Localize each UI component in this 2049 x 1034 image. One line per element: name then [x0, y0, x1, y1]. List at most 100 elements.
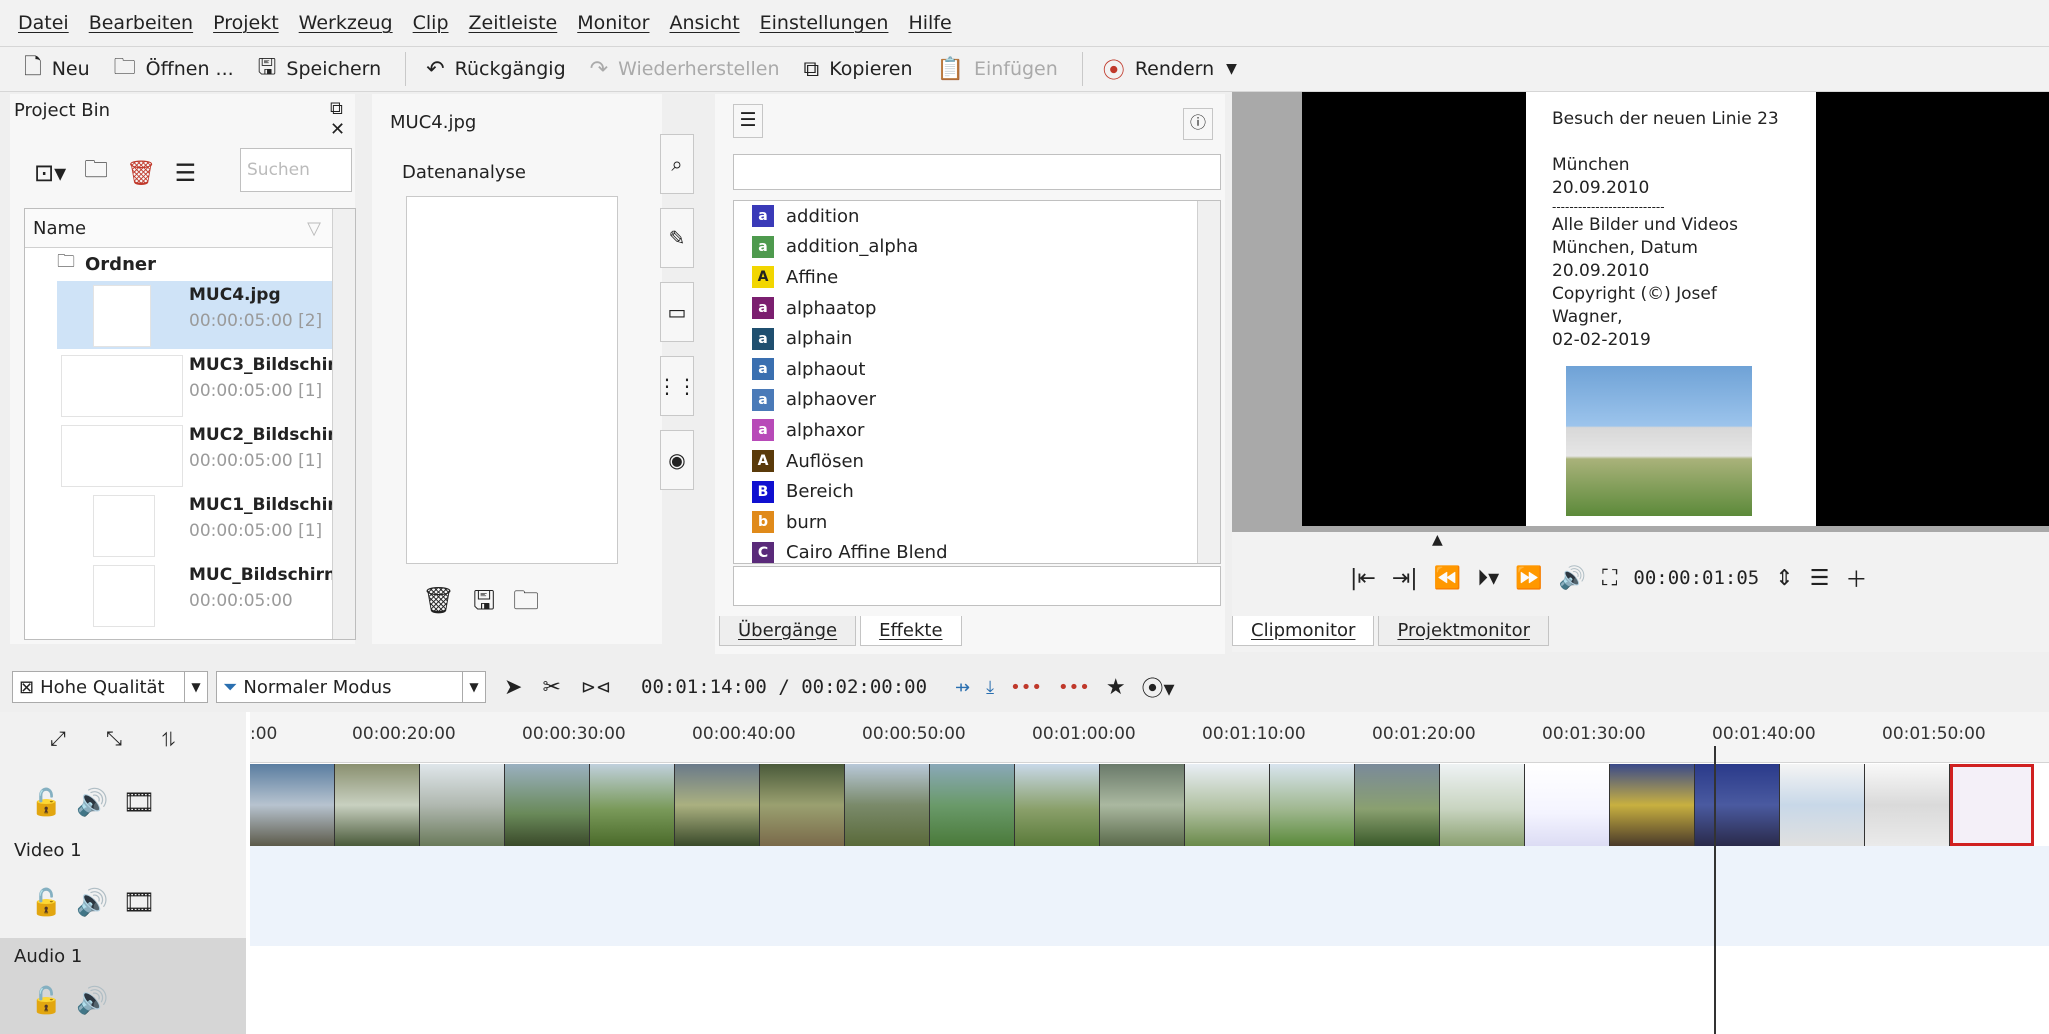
monitor-timecode[interactable]: 00:00:01:05: [1633, 567, 1759, 589]
menu-werkzeug[interactable]: Werkzeug: [299, 12, 393, 34]
copy-button[interactable]: ⧉ Kopieren: [804, 57, 913, 82]
effect-item[interactable]: a alphaout: [734, 354, 1220, 385]
pointer-icon[interactable]: ➤: [504, 675, 522, 700]
effect-item[interactable]: a alphaxor: [734, 415, 1220, 446]
search-icon[interactable]: ⌕: [660, 134, 694, 194]
effect-item[interactable]: a addition_alpha: [734, 232, 1220, 263]
rewind-icon[interactable]: ⏪: [1434, 566, 1461, 591]
audio-track[interactable]: [250, 946, 2049, 1034]
spacer-icon[interactable]: ⊳⊲: [581, 677, 611, 698]
panel-float-close-icon[interactable]: ⧉ ✕: [330, 98, 355, 140]
menu-einstellungen[interactable]: Einstellungen: [760, 12, 889, 34]
export-icon[interactable]: 🖫: [473, 586, 513, 616]
delete-icon[interactable]: 🗑: [126, 159, 156, 187]
preview-quality-select[interactable]: ⊠ Hohe Qualität ▼: [12, 671, 208, 703]
add-clip-icon[interactable]: ⊡▾: [34, 159, 66, 187]
star-icon[interactable]: ★: [1106, 675, 1126, 700]
overwrite-icon[interactable]: ⤓: [986, 677, 994, 698]
render-button[interactable]: ⦿ Rendern ▼: [1103, 53, 1237, 85]
video-track-clips[interactable]: [250, 764, 2049, 846]
trash-icon[interactable]: 🗑: [422, 586, 473, 616]
folder-icon[interactable]: 🗀: [513, 586, 557, 616]
mute-icon[interactable]: 🔊: [76, 986, 122, 1016]
set-in-icon[interactable]: |⇤: [1350, 566, 1376, 591]
list-view-icon[interactable]: ☰: [733, 104, 763, 138]
save-button[interactable]: 🖫 Speichern: [258, 50, 382, 88]
expand-icon[interactable]: ⤢: [50, 726, 106, 750]
lock-icon[interactable]: 🔓: [30, 888, 76, 918]
record-icon[interactable]: ⦿▾: [1142, 671, 1175, 703]
effect-item[interactable]: C Cairo Affine Blend: [734, 538, 1220, 563]
bin-clip-item[interactable]: MUC2_Bildschir 00:00:05:00 [1]: [57, 421, 337, 489]
timeline-ruler[interactable]: :00 00:00:20:00 00:00:30:00 00:00:40:00 …: [250, 712, 2049, 763]
lift-icon[interactable]: •••: [1010, 677, 1042, 698]
plus-icon[interactable]: ＋: [1845, 562, 1867, 594]
tab-effects[interactable]: Effekte: [860, 616, 962, 646]
effect-item[interactable]: b burn: [734, 507, 1220, 538]
volume-icon[interactable]: 🔊: [1559, 566, 1586, 591]
effects-search-input[interactable]: [733, 154, 1221, 190]
grid-icon[interactable]: ⋮⋮: [657, 356, 697, 416]
filter-icon[interactable]: ▽: [307, 218, 321, 239]
redo-button[interactable]: ↷ Wiederherstellen: [590, 57, 780, 82]
menu-clip[interactable]: Clip: [413, 12, 449, 34]
playhead[interactable]: [1714, 746, 1716, 1034]
menu-projekt[interactable]: Projekt: [213, 12, 279, 34]
mute-icon[interactable]: 🔊: [76, 788, 122, 818]
bin-clip-item[interactable]: MUC1_Bildschir 00:00:05:00 [1]: [57, 491, 337, 559]
lock-icon[interactable]: 🔓: [30, 986, 76, 1016]
effect-item[interactable]: a addition: [734, 201, 1220, 232]
stepper-icon[interactable]: ⇕: [1775, 566, 1793, 591]
insert-icon[interactable]: ⇸: [955, 677, 970, 698]
edit-mode-select[interactable]: ⏷ Normaler Modus ▼: [216, 671, 486, 703]
menu-icon[interactable]: ☰: [175, 159, 197, 187]
effect-item[interactable]: A Auflösen: [734, 446, 1220, 477]
track-name[interactable]: Audio 1: [14, 946, 82, 967]
menu-bearbeiten[interactable]: Bearbeiten: [89, 12, 193, 34]
bin-clip-item[interactable]: MUC3_Bildschir 00:00:05:00 [1]: [57, 351, 337, 419]
tab-transitions[interactable]: Übergänge: [719, 616, 857, 646]
menu-icon[interactable]: ☰: [1810, 566, 1830, 591]
frame-icon[interactable]: ▭: [660, 282, 694, 342]
fit-frame-icon[interactable]: ⛶: [1602, 566, 1617, 591]
info-icon[interactable]: ⓘ: [1183, 108, 1213, 140]
effect-item[interactable]: B Bereich: [734, 476, 1220, 507]
folder-item[interactable]: 🗀 Ordner: [25, 248, 355, 280]
play-icon[interactable]: ⏵▾: [1477, 566, 1499, 591]
tag-icon[interactable]: ✎: [660, 208, 694, 268]
mute-icon[interactable]: 🔊: [76, 888, 122, 918]
new-button[interactable]: 🗋 Neu: [24, 50, 90, 88]
set-out-icon[interactable]: ⇥|: [1392, 566, 1418, 591]
effect-item[interactable]: a alphaatop: [734, 293, 1220, 324]
menu-hilfe[interactable]: Hilfe: [908, 12, 951, 34]
open-button[interactable]: 🗀 Öffnen ...: [114, 50, 234, 88]
menu-datei[interactable]: Datei: [18, 12, 69, 34]
menu-zeitleiste[interactable]: Zeitleiste: [469, 12, 558, 34]
column-header-name[interactable]: Name ▽: [25, 209, 355, 248]
video-track-empty[interactable]: [250, 846, 2049, 946]
audio-tool-icon[interactable]: ⥮: [162, 726, 215, 750]
bin-search-input[interactable]: Suchen: [240, 148, 352, 192]
lock-icon[interactable]: 🔓: [30, 788, 76, 818]
menu-ansicht[interactable]: Ansicht: [669, 12, 739, 34]
effects-scrollbar[interactable]: [1197, 201, 1220, 563]
film-icon[interactable]: 🎞: [123, 788, 170, 818]
monitor-screen[interactable]: Besuch der neuen Linie 23 München 20.09.…: [1232, 92, 2049, 532]
tab-project-monitor[interactable]: Projektmonitor: [1378, 616, 1549, 646]
undo-button[interactable]: ↶ Rückgängig: [426, 57, 565, 82]
effect-item[interactable]: a alphaover: [734, 385, 1220, 416]
chevron-down-icon[interactable]: ▼: [1226, 61, 1237, 77]
bin-clip-item[interactable]: MUC4.jpg 00:00:05:00 [2]: [57, 281, 337, 349]
split-icon[interactable]: ⤡: [106, 726, 162, 750]
paste-button[interactable]: 📋 Einfügen: [937, 57, 1058, 82]
audio-icon[interactable]: ◉: [660, 430, 694, 490]
add-folder-icon[interactable]: 🗀: [84, 152, 108, 193]
tab-clip-monitor[interactable]: Clipmonitor: [1232, 616, 1375, 646]
forward-icon[interactable]: ⏩: [1515, 566, 1542, 591]
film-icon[interactable]: 🎞: [123, 888, 170, 918]
menu-monitor[interactable]: Monitor: [577, 12, 649, 34]
razor-icon[interactable]: ✂: [542, 675, 560, 700]
effect-item[interactable]: a alphain: [734, 323, 1220, 354]
bin-scrollbar[interactable]: [332, 209, 355, 639]
bin-clip-item[interactable]: MUC_Bildschirn 00:00:05:00: [57, 561, 337, 629]
